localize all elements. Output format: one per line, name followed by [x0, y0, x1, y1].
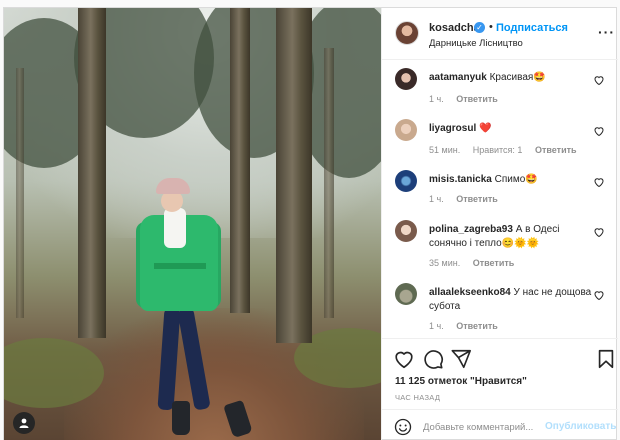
- comment-text: misis.tanicka Спимо🤩: [429, 173, 594, 187]
- add-comment-bar: Опубликовать: [382, 409, 618, 440]
- reply-button[interactable]: Ответить: [456, 321, 498, 331]
- comment-body: Красивая🤩: [489, 72, 546, 83]
- like-comment-icon[interactable]: [593, 74, 605, 86]
- comments-list[interactable]: aatamanyuk Красивая🤩 1 ч. Ответить liyag…: [382, 60, 618, 338]
- like-comment-icon[interactable]: [593, 125, 605, 137]
- photo-tree-trunk: [78, 8, 106, 338]
- comment-bubble-icon[interactable]: [422, 348, 444, 370]
- like-comment-icon[interactable]: [593, 176, 605, 188]
- commenter-username[interactable]: polina_zagreba93: [429, 224, 513, 235]
- commenter-username[interactable]: aatamanyuk: [429, 72, 487, 83]
- post-header: kosadcha ✓ • Подписаться Дарницьке Лісни…: [382, 8, 618, 60]
- post-location[interactable]: Дарницьке Лісництво: [429, 38, 523, 49]
- comment-input[interactable]: [423, 418, 543, 436]
- header-separator: •: [489, 21, 493, 33]
- author-username[interactable]: kosadcha: [429, 22, 480, 34]
- post-side-panel: kosadcha ✓ • Подписаться Дарницьке Лісни…: [381, 8, 618, 440]
- emoji-icon[interactable]: [394, 418, 412, 436]
- commenter-username[interactable]: allaalekseenko84: [429, 287, 511, 298]
- instagram-post: kosadcha ✓ • Подписаться Дарницьке Лісни…: [3, 7, 618, 440]
- comment-text: polina_zagreba93 А в Одесі сонячно і теп…: [429, 223, 594, 251]
- post-photo[interactable]: [4, 8, 381, 440]
- photo-tree-trunk: [230, 8, 250, 313]
- comment-time[interactable]: 35 мин.: [429, 258, 460, 268]
- post-actions: 11 125 отметок "Нравится" ЧАС НАЗАД Опуб…: [382, 338, 618, 440]
- reply-button[interactable]: Ответить: [456, 94, 498, 104]
- like-comment-icon[interactable]: [593, 289, 605, 301]
- post-time-ago[interactable]: ЧАС НАЗАД: [395, 393, 440, 402]
- save-bookmark-icon[interactable]: [595, 348, 617, 370]
- commenter-avatar[interactable]: [395, 119, 417, 141]
- commenter-username[interactable]: misis.tanicka: [429, 174, 492, 185]
- comment-time[interactable]: 1 ч.: [429, 194, 444, 204]
- reply-button[interactable]: Ответить: [456, 194, 498, 204]
- comment-meta: 1 ч. Ответить: [429, 94, 508, 104]
- more-horizontal-icon[interactable]: ···: [598, 24, 615, 40]
- commenter-avatar[interactable]: [395, 170, 417, 192]
- comment-body: ❤️: [479, 123, 492, 134]
- comment-time[interactable]: 1 ч.: [429, 321, 444, 331]
- comment-time[interactable]: 1 ч.: [429, 94, 444, 104]
- comment-text: aatamanyuk Красивая🤩: [429, 71, 594, 85]
- reply-button[interactable]: Ответить: [473, 258, 515, 268]
- comment-meta: 51 мин. Нравится: 1 Ответить: [429, 145, 587, 155]
- photo-tree-trunk: [16, 68, 24, 318]
- like-heart-icon[interactable]: [393, 348, 415, 370]
- commenter-avatar[interactable]: [395, 283, 417, 305]
- comment-body: Спимо🤩: [494, 174, 538, 185]
- verified-badge-icon: ✓: [474, 22, 485, 33]
- comment-likes[interactable]: Нравится: 1: [473, 145, 523, 155]
- tagged-user-icon[interactable]: [13, 412, 35, 434]
- commenter-avatar[interactable]: [395, 68, 417, 90]
- comment-time[interactable]: 51 мин.: [429, 145, 460, 155]
- publish-button[interactable]: Опубликовать: [545, 421, 616, 432]
- reply-button[interactable]: Ответить: [535, 145, 577, 155]
- commenter-avatar[interactable]: [395, 220, 417, 242]
- author-avatar[interactable]: [395, 21, 419, 45]
- like-comment-icon[interactable]: [593, 226, 605, 238]
- comment-meta: 1 ч. Ответить: [429, 321, 508, 331]
- photo-tree-trunk: [276, 8, 312, 343]
- comment-meta: 1 ч. Ответить: [429, 194, 508, 204]
- photo-tree-trunk: [324, 48, 334, 318]
- comment-meta: 35 мин. Ответить: [429, 258, 524, 268]
- follow-button[interactable]: Подписаться: [496, 22, 568, 34]
- share-send-icon[interactable]: [450, 348, 472, 370]
- likes-count[interactable]: 11 125 отметок "Нравится": [395, 376, 527, 387]
- comment-text: liyagrosul ❤️: [429, 122, 594, 136]
- comment-text: allaalekseenko84 У нас не дощова субота: [429, 286, 594, 314]
- commenter-username[interactable]: liyagrosul: [429, 123, 476, 134]
